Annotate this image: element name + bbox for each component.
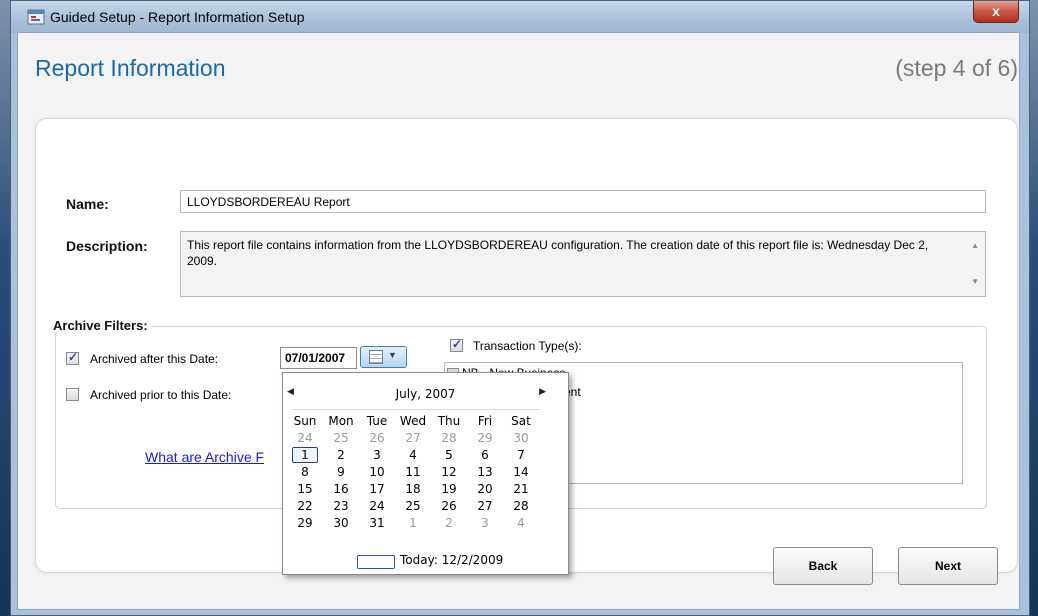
calendar-day[interactable]: 20 xyxy=(467,481,503,498)
calendar-grid: Sun Mon Tue Wed Thu Fri Sat 24 25 26 27 … xyxy=(287,413,567,532)
name-label: Name: xyxy=(66,196,109,212)
weekday-header: Tue xyxy=(366,414,388,428)
weekday-header: Wed xyxy=(399,414,427,428)
weekday-header: Thu xyxy=(437,414,461,428)
calendar-day[interactable]: 28 xyxy=(503,498,539,515)
calendar-day[interactable]: 13 xyxy=(467,464,503,481)
date-picker-button[interactable]: ▼ xyxy=(360,346,407,368)
weekday-header: Sat xyxy=(511,414,531,428)
calendar-popup: ◀ July, 2007 ▶ Sun Mon Tue Wed Thu Fri S… xyxy=(282,372,569,575)
app-window-icon xyxy=(27,9,45,25)
calendar-day[interactable]: 12 xyxy=(431,464,467,481)
calendar-day[interactable]: 15 xyxy=(287,481,323,498)
archived-after-date-input[interactable]: 07/01/2007 xyxy=(280,347,357,369)
calendar-day[interactable]: 29 xyxy=(287,515,323,532)
archive-filters-help-link[interactable]: What are Archive F xyxy=(145,449,264,465)
calendar-day[interactable]: 2 xyxy=(323,447,359,464)
today-marker xyxy=(357,555,395,569)
calendar-day[interactable]: 1 xyxy=(395,515,431,532)
calendar-day[interactable]: 3 xyxy=(467,515,503,532)
chevron-down-icon: ▼ xyxy=(388,350,397,360)
transaction-types-label: Transaction Type(s): xyxy=(473,339,582,353)
archived-after-checkbox[interactable] xyxy=(66,350,79,365)
calendar-day[interactable]: 6 xyxy=(467,447,503,464)
calendar-day[interactable]: 7 xyxy=(503,447,539,464)
next-button[interactable]: Next xyxy=(898,547,998,585)
calendar-day[interactable]: 9 xyxy=(323,464,359,481)
calendar-day[interactable]: 2 xyxy=(431,515,467,532)
calendar-day[interactable]: 26 xyxy=(431,498,467,515)
archived-prior-checkbox[interactable] xyxy=(66,388,79,401)
weekday-header: Sun xyxy=(293,414,317,428)
calendar-divider xyxy=(291,409,541,410)
calendar-day[interactable]: 10 xyxy=(359,464,395,481)
calendar-day[interactable]: 18 xyxy=(395,481,431,498)
calendar-day[interactable]: 3 xyxy=(359,447,395,464)
calendar-day[interactable]: 22 xyxy=(287,498,323,515)
back-button[interactable]: Back xyxy=(773,547,873,585)
calendar-day[interactable]: 27 xyxy=(395,430,431,447)
description-label: Description: xyxy=(66,238,148,254)
calendar-day[interactable]: 11 xyxy=(395,464,431,481)
scroll-down-arrow-icon[interactable]: ▼ xyxy=(971,274,979,290)
calendar-month-title[interactable]: July, 2007 xyxy=(283,387,568,401)
window-title: Guided Setup - Report Information Setup xyxy=(50,9,305,25)
calendar-day[interactable]: 16 xyxy=(323,481,359,498)
calendar-day[interactable]: 27 xyxy=(467,498,503,515)
selected-day-label: 1 xyxy=(292,447,318,463)
name-field[interactable]: LLOYDSBORDEREAU Report xyxy=(180,190,986,213)
calendar-day[interactable]: 24 xyxy=(359,498,395,515)
calendar-day-selected[interactable]: 1 xyxy=(287,447,323,464)
calendar-day[interactable]: 31 xyxy=(359,515,395,532)
title-bar[interactable]: Guided Setup - Report Information Setup … xyxy=(11,1,1029,33)
calendar-day[interactable]: 5 xyxy=(431,447,467,464)
calendar-day[interactable]: 23 xyxy=(323,498,359,515)
archived-prior-label: Archived prior to this Date: xyxy=(90,388,232,402)
weekday-header: Mon xyxy=(328,414,354,428)
archived-after-label: Archived after this Date: xyxy=(90,352,219,366)
close-button[interactable]: x xyxy=(973,1,1019,23)
calendar-day[interactable]: 26 xyxy=(359,430,395,447)
step-indicator: (step 4 of 6) xyxy=(895,55,1018,81)
calendar-icon xyxy=(369,350,383,364)
scroll-up-arrow-icon[interactable]: ▲ xyxy=(971,238,979,254)
calendar-day[interactable]: 19 xyxy=(431,481,467,498)
next-month-icon[interactable]: ▶ xyxy=(539,387,546,397)
page-title: Report Information xyxy=(35,55,226,81)
calendar-day[interactable]: 28 xyxy=(431,430,467,447)
calendar-day[interactable]: 30 xyxy=(503,430,539,447)
calendar-day[interactable]: 4 xyxy=(395,447,431,464)
transaction-types-checkbox[interactable] xyxy=(450,337,463,352)
calendar-day[interactable]: 14 xyxy=(503,464,539,481)
calendar-day[interactable]: 30 xyxy=(323,515,359,532)
today-link[interactable]: Today: 12/2/2009 xyxy=(400,553,503,567)
description-text: This report file contains information fr… xyxy=(187,238,929,268)
calendar-day[interactable]: 8 xyxy=(287,464,323,481)
calendar-day[interactable]: 25 xyxy=(395,498,431,515)
archive-filters-label: Archive Filters: xyxy=(53,318,152,333)
calendar-day[interactable]: 21 xyxy=(503,481,539,498)
calendar-day[interactable]: 25 xyxy=(323,430,359,447)
weekday-header: Fri xyxy=(477,414,493,428)
calendar-day[interactable]: 17 xyxy=(359,481,395,498)
calendar-day[interactable]: 4 xyxy=(503,515,539,532)
calendar-day[interactable]: 29 xyxy=(467,430,503,447)
description-field[interactable]: This report file contains information fr… xyxy=(180,231,986,297)
calendar-day[interactable]: 24 xyxy=(287,430,323,447)
